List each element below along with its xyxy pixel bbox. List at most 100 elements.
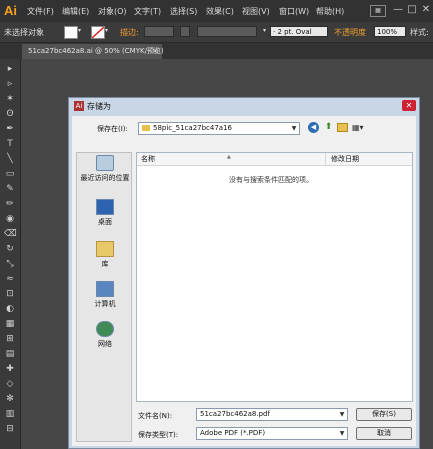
minimize-icon[interactable]: — xyxy=(392,4,404,16)
gradient-tool-icon[interactable]: ▤ xyxy=(4,348,16,360)
back-icon[interactable]: ◀ xyxy=(308,122,319,133)
chevron-down-icon[interactable]: ▾ xyxy=(263,27,266,34)
blend-tool-icon[interactable]: ◇ xyxy=(4,378,16,390)
pen-tool-icon[interactable]: ✒ xyxy=(4,123,16,135)
menu-window[interactable]: 窗口(W) xyxy=(279,6,309,17)
magic-wand-tool-icon[interactable]: ✶ xyxy=(4,93,16,105)
selection-tool-icon[interactable]: ▸ xyxy=(4,63,16,75)
variable-width-profile[interactable] xyxy=(197,26,257,37)
place-label: 桌面 xyxy=(98,218,112,226)
document-tab-label: 51ca27bc462a8.ai @ 50% (CMYK/预览) xyxy=(28,47,164,55)
app-icon: Ai xyxy=(74,101,84,111)
menu-edit[interactable]: 编辑(E) xyxy=(62,6,89,17)
file-list[interactable]: 名称 ▲ 修改日期 没有与搜索条件匹配的项。 xyxy=(136,152,413,402)
type-tool-icon[interactable]: T xyxy=(4,138,16,150)
folder-icon xyxy=(142,125,150,131)
filename-input[interactable]: 51ca27bc462a8.pdf ▼ xyxy=(196,408,348,421)
filename-value: 51ca27bc462a8.pdf xyxy=(200,410,270,418)
stroke-label[interactable]: 描边: xyxy=(120,27,139,38)
dialog-titlebar[interactable]: Ai 存储为 ✕ xyxy=(69,98,419,114)
filetype-dropdown[interactable]: Adobe PDF (*.PDF) ▼ xyxy=(196,427,348,440)
stroke-weight-field[interactable] xyxy=(144,26,174,37)
perspective-grid-tool-icon[interactable]: ▦ xyxy=(4,318,16,330)
place-libraries[interactable]: 库 xyxy=(79,241,131,269)
place-label: 计算机 xyxy=(94,300,116,308)
menu-select[interactable]: 选择(S) xyxy=(170,6,197,17)
rotate-tool-icon[interactable]: ↻ xyxy=(4,243,16,255)
opacity-label[interactable]: 不透明度 xyxy=(334,27,366,38)
sort-indicator-icon: ▲ xyxy=(227,154,231,160)
chevron-down-icon[interactable]: ▾ xyxy=(78,27,81,34)
menu-view[interactable]: 视图(V) xyxy=(242,6,270,17)
save-in-dropdown[interactable]: 58pic_51ca27bc47a16 ▼ xyxy=(138,122,300,135)
lasso-tool-icon[interactable]: ʘ xyxy=(4,108,16,120)
line-tool-icon[interactable]: ╲ xyxy=(4,153,16,165)
menu-type[interactable]: 文字(T) xyxy=(134,6,161,17)
column-divider[interactable] xyxy=(325,153,326,165)
menu-effect[interactable]: 效果(C) xyxy=(206,6,234,17)
eyedropper-tool-icon[interactable]: ✚ xyxy=(4,363,16,375)
filetype-value: Adobe PDF (*.PDF) xyxy=(200,429,266,437)
empty-message: 没有与搜索条件匹配的项。 xyxy=(229,176,313,184)
menu-object[interactable]: 对象(O) xyxy=(98,6,127,17)
direct-selection-tool-icon[interactable]: ▹ xyxy=(4,78,16,90)
network-icon xyxy=(96,321,114,337)
pencil-tool-icon[interactable]: ✏ xyxy=(4,198,16,210)
style-label: 样式: xyxy=(410,28,429,37)
document-tab[interactable]: 51ca27bc462a8.ai @ 50% (CMYK/预览) × xyxy=(22,44,164,59)
shape-builder-tool-icon[interactable]: ◐ xyxy=(4,303,16,315)
chevron-down-icon: ▼ xyxy=(339,430,345,437)
place-network[interactable]: 网络 xyxy=(79,321,131,349)
save-in-value: 58pic_51ca27bc47a16 xyxy=(153,124,232,132)
no-stroke-icon xyxy=(92,27,104,38)
eraser-tool-icon[interactable]: ⌫ xyxy=(4,228,17,240)
paintbrush-tool-icon[interactable]: ✎ xyxy=(4,183,16,195)
chevron-down-icon[interactable]: ▾ xyxy=(105,27,108,34)
app-logo: Ai xyxy=(4,3,17,18)
opacity-field[interactable]: 100% xyxy=(374,26,406,37)
libraries-icon xyxy=(96,241,114,257)
dialog-close-button[interactable]: ✕ xyxy=(402,100,416,111)
close-icon[interactable]: ✕ xyxy=(420,4,432,16)
brush-definition[interactable]: · 2 pt. Oval xyxy=(270,26,328,37)
new-folder-icon[interactable] xyxy=(337,123,348,132)
workspace-switcher-icon[interactable]: ▦ xyxy=(370,5,386,17)
place-computer[interactable]: 计算机 xyxy=(79,281,131,309)
column-name[interactable]: 名称 xyxy=(141,154,155,164)
place-recent[interactable]: 最近访问的位置 xyxy=(79,155,131,183)
artboard-tool-icon[interactable]: ⊟ xyxy=(4,423,16,435)
filetype-label: 保存类型(T): xyxy=(138,431,179,439)
save-button[interactable]: 保存(S) xyxy=(356,408,412,421)
recent-places-icon xyxy=(96,155,114,171)
place-desktop[interactable]: 桌面 xyxy=(79,199,131,227)
save-as-dialog: Ai 存储为 ✕ 保存在(I): 58pic_51ca27bc47a16 ▼ ◀… xyxy=(68,97,420,449)
up-folder-icon[interactable]: ⬆ xyxy=(323,122,334,133)
mesh-tool-icon[interactable]: ⊞ xyxy=(4,333,16,345)
rectangle-tool-icon[interactable]: ▭ xyxy=(4,168,16,180)
column-graph-tool-icon[interactable]: ▥ xyxy=(4,408,16,420)
menu-help[interactable]: 帮助(H) xyxy=(316,6,344,17)
blob-brush-tool-icon[interactable]: ◉ xyxy=(4,213,16,225)
warp-tool-icon[interactable]: ≈ xyxy=(4,273,16,285)
scale-tool-icon[interactable]: ⤡ xyxy=(4,258,16,270)
stroke-swatch[interactable] xyxy=(91,26,105,39)
maximize-icon[interactable]: □ xyxy=(406,4,418,16)
menu-file[interactable]: 文件(F) xyxy=(27,6,54,17)
computer-icon xyxy=(96,281,114,297)
save-in-label: 保存在(I): xyxy=(97,125,128,133)
place-label: 最近访问的位置 xyxy=(80,174,130,182)
place-label: 库 xyxy=(101,260,109,268)
symbol-sprayer-tool-icon[interactable]: ✻ xyxy=(4,393,16,405)
free-transform-tool-icon[interactable]: ⊡ xyxy=(4,288,16,300)
toolbox: ▸ ▹ ✶ ʘ ✒ T ╲ ▭ ✎ ✏ ◉ ⌫ ↻ ⤡ ≈ ⊡ ◐ ▦ ⊞ ▤ ✚ ◇ ✻ ▥ ⊟ xyxy=(0,59,21,449)
chevron-down-icon: ▼ xyxy=(339,411,345,418)
column-date-modified[interactable]: 修改日期 xyxy=(331,154,359,164)
fill-swatch[interactable] xyxy=(64,26,78,39)
stroke-weight-dropdown[interactable] xyxy=(180,26,190,37)
close-tab-icon[interactable]: × xyxy=(152,44,158,59)
selection-status: 未选择对象 xyxy=(4,28,44,37)
cancel-button[interactable]: 取消 xyxy=(356,427,412,440)
view-menu-icon[interactable]: ▦▾ xyxy=(352,122,366,133)
place-label: 网络 xyxy=(98,340,112,348)
chevron-down-icon: ▼ xyxy=(291,125,297,132)
